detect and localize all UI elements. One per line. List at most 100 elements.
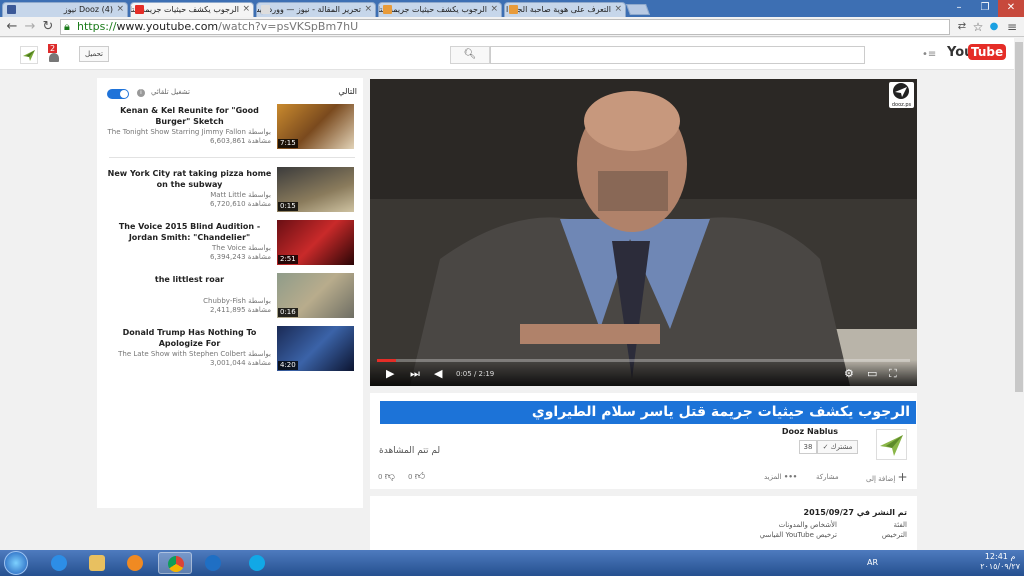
browser-tab-wordpress[interactable]: تحرير المقالة - نيوز — ووردبريس × [256,2,376,17]
license-label: الترخيص [881,531,907,539]
youtube-header: 2 تحميل 🔍︎ •≡ You Tube [0,38,1014,70]
channel-name-link[interactable]: Dooz Nablus [782,427,838,436]
tab-label: تحرير المقالة - نيوز — ووردبريس [256,5,361,14]
close-icon[interactable]: × [614,3,622,16]
channel-avatar[interactable] [876,429,907,460]
published-date: تم النشر في 2015/09/27 [803,508,907,517]
video-thumbnail[interactable]: 7:15 [277,104,354,149]
video-title[interactable]: New York City rat taking pizza home on t… [107,168,272,190]
list-item[interactable]: 2:51 The Voice 2015 Blind Audition - Jor… [107,220,357,265]
chrome-icon [168,556,184,572]
search-input[interactable] [490,46,865,64]
translate-icon[interactable]: ⇄ [954,19,970,35]
list-item[interactable]: 0:16 the littlest roar Chubby-Fish بواسط… [107,273,357,318]
category-value[interactable]: الأشخاص والمدونات [779,521,837,529]
fullscreen-icon[interactable]: ⛶ [889,368,897,380]
close-icon[interactable]: × [490,3,498,16]
next-icon[interactable]: ⏭ [410,368,420,380]
search-button[interactable]: 🔍︎ [450,46,490,64]
video-player[interactable]: dooz.ps ▶ ⏭ ◀︎ 0:05 / 2:19 ⚙ ▭ ⛶ [370,79,917,386]
share-label: مشاركة [816,473,839,481]
autoplay-label: تشغيل تلقائي [151,88,190,96]
browser-tab-youtube-active[interactable]: الرجوب يكشف حيثيات جريمة قتل × [130,2,254,17]
add-to-label: إضافة إلى [866,475,896,483]
guide-menu-icon[interactable]: •≡ [922,49,936,60]
back-arrow-icon[interactable]: ← [4,19,20,35]
video-title[interactable]: the littlest roar [107,274,272,285]
notifications-button[interactable]: 2 [47,44,61,62]
list-item[interactable]: 4:20 Donald Trump Has Nothing To Apologi… [107,326,357,371]
language-indicator[interactable]: AR [867,558,878,567]
list-item[interactable]: 7:15 Kenan & Kel Reunite for "Good Burge… [107,104,357,149]
video-thumbnail[interactable]: 0:15 [277,167,354,212]
dislike-button[interactable]: 0 👎︎ [378,470,395,484]
reload-icon[interactable]: ↻ [40,19,56,35]
video-thumbnail[interactable]: 0:16 [277,273,354,318]
browser-tab-article[interactable]: الرجوب يكشف حيثيات جريمة قتل × [378,2,502,17]
video-thumbnail[interactable]: 4:20 [277,326,354,371]
close-icon[interactable]: × [116,3,124,16]
taskbar-media-player[interactable] [118,552,152,574]
view-status: لم تتم المشاهدة [379,446,441,456]
thumbs-up-icon: 👍︎ [414,471,426,482]
browser-tab-dooz[interactable]: (4) Dooz نيوز × [2,2,128,17]
info-icon[interactable]: i [137,89,145,97]
page-scrollbar[interactable] [1014,38,1024,550]
minimize-button[interactable]: – [946,0,972,17]
avatar[interactable] [20,46,38,64]
close-icon[interactable]: × [242,3,250,16]
more-button[interactable]: المزيد ••• [764,470,797,484]
browser-tab-identity[interactable]: التعرف على هوية صاحبة الجثة ا × [504,2,626,17]
window-close-button[interactable]: ✕ [998,0,1024,17]
site-icon [509,5,518,14]
play-icon[interactable]: ▶ [386,368,394,380]
progress-bar[interactable] [377,359,910,362]
autoplay-toggle[interactable] [107,89,129,99]
settings-gear-icon[interactable]: ⚙ [844,368,854,380]
forward-arrow-icon[interactable]: → [22,19,38,35]
subscriber-count: 38 [799,440,817,454]
taskbar-teamviewer[interactable] [196,552,230,574]
taskbar-ie[interactable] [42,552,76,574]
close-icon[interactable]: × [364,3,372,16]
start-button[interactable] [4,551,28,575]
add-to-button[interactable]: إضافة إلى + [866,470,908,486]
facebook-icon [7,5,16,14]
menu-icon[interactable]: ≡ [1004,19,1020,35]
taskbar-explorer[interactable] [80,552,114,574]
channel-name: Chubby-Fish بواسطة [203,297,271,305]
theater-mode-icon[interactable]: ▭ [867,368,877,380]
share-button[interactable]: مشاركة [816,470,839,484]
up-next-heading: التالي [338,87,357,96]
like-button[interactable]: 0 👍︎ [408,470,425,484]
taskbar-chrome[interactable] [158,552,192,574]
view-count: 3,001,044 مشاهدة [209,359,271,367]
youtube-logo[interactable]: You Tube [947,44,1007,64]
system-clock[interactable]: 12:41 م ٢٠١٥/٠٩/٢٧ [980,552,1020,572]
license-value: ترخيص YouTube القياسي [759,531,837,539]
description-panel: تم النشر في 2015/09/27 الفئة الأشخاص وال… [370,496,917,556]
upload-button[interactable]: تحميل [79,46,109,62]
bookmark-star-icon[interactable]: ☆ [970,19,986,35]
url-field[interactable]: 🔒︎ https://www.youtube.com/watch?v=psVKS… [60,19,950,35]
taskbar-skype[interactable] [240,552,274,574]
scrollbar-thumb[interactable] [1015,42,1023,392]
more-dots-icon: ••• [783,473,798,481]
video-title[interactable]: Donald Trump Has Nothing To Apologize Fo… [107,327,272,349]
channel-watermark[interactable]: dooz.ps [889,82,914,108]
media-player-icon [127,555,143,571]
search-icon: 🔍︎ [463,49,477,60]
video-title[interactable]: The Voice 2015 Blind Audition - Jordan S… [107,221,272,243]
url-host: www.youtube.com [116,20,219,33]
channel-name: The Late Show with Stephen Colbert بواسط… [118,350,271,358]
list-item[interactable]: 0:15 New York City rat taking pizza home… [107,167,357,212]
action-row: إضافة إلى + مشاركة المزيد ••• 0 👍︎ 0 👎︎ [370,470,917,486]
skype-extension-icon[interactable]: ● [986,19,1002,35]
subscribe-button[interactable]: ✓ مشترك [817,440,858,454]
skype-icon [249,555,265,571]
maximize-button[interactable]: ❐ [972,0,998,17]
video-thumbnail[interactable]: 2:51 [277,220,354,265]
new-tab-button[interactable] [625,4,651,15]
video-title[interactable]: Kenan & Kel Reunite for "Good Burger" Sk… [107,105,272,127]
volume-icon[interactable]: ◀︎ [434,368,442,380]
